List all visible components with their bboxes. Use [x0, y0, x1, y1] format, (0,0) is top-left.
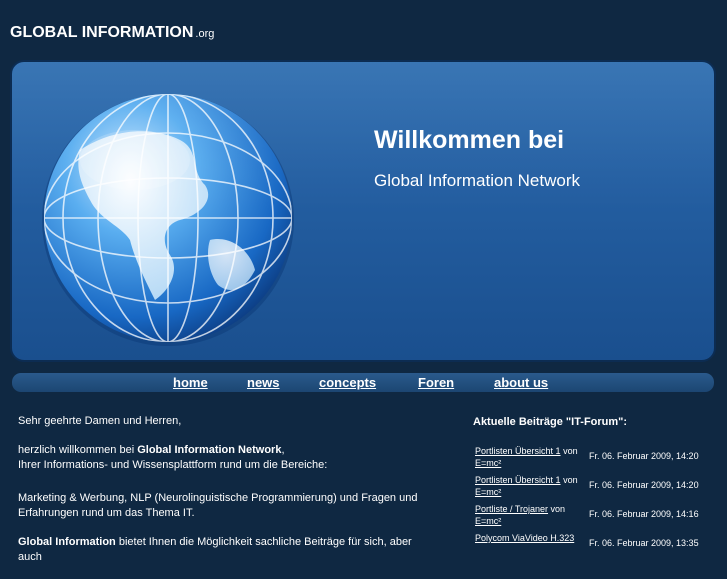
brand-tld: .org	[195, 28, 215, 40]
welcome-suffix: ,	[281, 444, 285, 456]
welcome-paragraph: herzlich willkommen bei Global Informati…	[18, 443, 438, 473]
welcome-text: Sehr geehrte Damen und Herren, herzlich …	[18, 414, 438, 579]
nav-foren[interactable]: Foren	[418, 375, 454, 390]
welcome-prefix: herzlich willkommen bei	[18, 444, 138, 456]
forum-post-date: Fr. 06. Februar 2009, 14:20	[589, 480, 699, 490]
forum-author-link[interactable]: E=mc²	[475, 487, 501, 497]
forum-post-date: Fr. 06. Februar 2009, 14:20	[589, 451, 699, 461]
forum-author-link[interactable]: E=mc²	[475, 458, 501, 468]
hero-banner: Willkommen bei Global Information Networ…	[10, 60, 716, 362]
forum-post: Portliste / Trojaner von E=mc² Fr. 06. F…	[475, 503, 715, 531]
nav-about-us[interactable]: about us	[494, 375, 548, 390]
forum-post-meta: Portliste / Trojaner von E=mc²	[475, 503, 587, 527]
forum-post-meta: Portlisten Übersicht 1 von E=mc²	[475, 474, 587, 498]
hero-title: Willkommen bei	[374, 126, 565, 154]
forum-post-link[interactable]: Portlisten Übersicht 1	[475, 475, 561, 485]
forum-von: von	[563, 475, 578, 485]
forum-post-link[interactable]: Portliste / Trojaner	[475, 504, 548, 514]
nav-news[interactable]: news	[247, 375, 280, 390]
brand-name: GLOBAL INFORMATION	[10, 24, 194, 41]
nav-home[interactable]: home	[173, 375, 208, 390]
forum-post: Portlisten Übersicht 1 von E=mc² Fr. 06.…	[475, 445, 715, 473]
globe-icon	[42, 94, 294, 346]
forum-post-date: Fr. 06. Februar 2009, 13:35	[589, 538, 699, 548]
greeting: Sehr geehrte Damen und Herren,	[18, 415, 182, 427]
forum-post: Portlisten Übersicht 1 von E=mc² Fr. 06.…	[475, 474, 715, 502]
platform-line: Ihrer Informations- und Wissensplattform…	[18, 459, 328, 471]
forum-post-link[interactable]: Polycom ViaVideo H.323	[475, 533, 574, 543]
nav-concepts[interactable]: concepts	[319, 375, 376, 390]
welcome-bold: Global Information Network	[137, 444, 282, 456]
forum-post-link[interactable]: Portlisten Übersicht 1	[475, 446, 561, 456]
intro-bold: Global Information	[18, 536, 116, 548]
forum-title: Aktuelle Beiträge "IT-Forum":	[473, 416, 628, 428]
hero-subtitle: Global Information Network	[374, 171, 580, 190]
forum-post-date: Fr. 06. Februar 2009, 14:16	[589, 509, 699, 519]
site-logo[interactable]: GLOBAL INFORMATION .org	[10, 24, 214, 42]
forum-post-meta: Portlisten Übersicht 1 von E=mc²	[475, 445, 587, 469]
forum-von: von	[563, 446, 578, 456]
intro-paragraph: Global Information bietet Ihnen die Mögl…	[18, 535, 438, 565]
forum-von: von	[550, 504, 566, 514]
forum-author-link[interactable]: E=mc²	[475, 516, 501, 526]
forum-post-meta: Polycom ViaVideo H.323	[475, 532, 587, 544]
forum-post: Polycom ViaVideo H.323 Fr. 06. Februar 2…	[475, 532, 715, 560]
topics-paragraph: Marketing & Werbung, NLP (Neurolinguisti…	[18, 492, 418, 519]
